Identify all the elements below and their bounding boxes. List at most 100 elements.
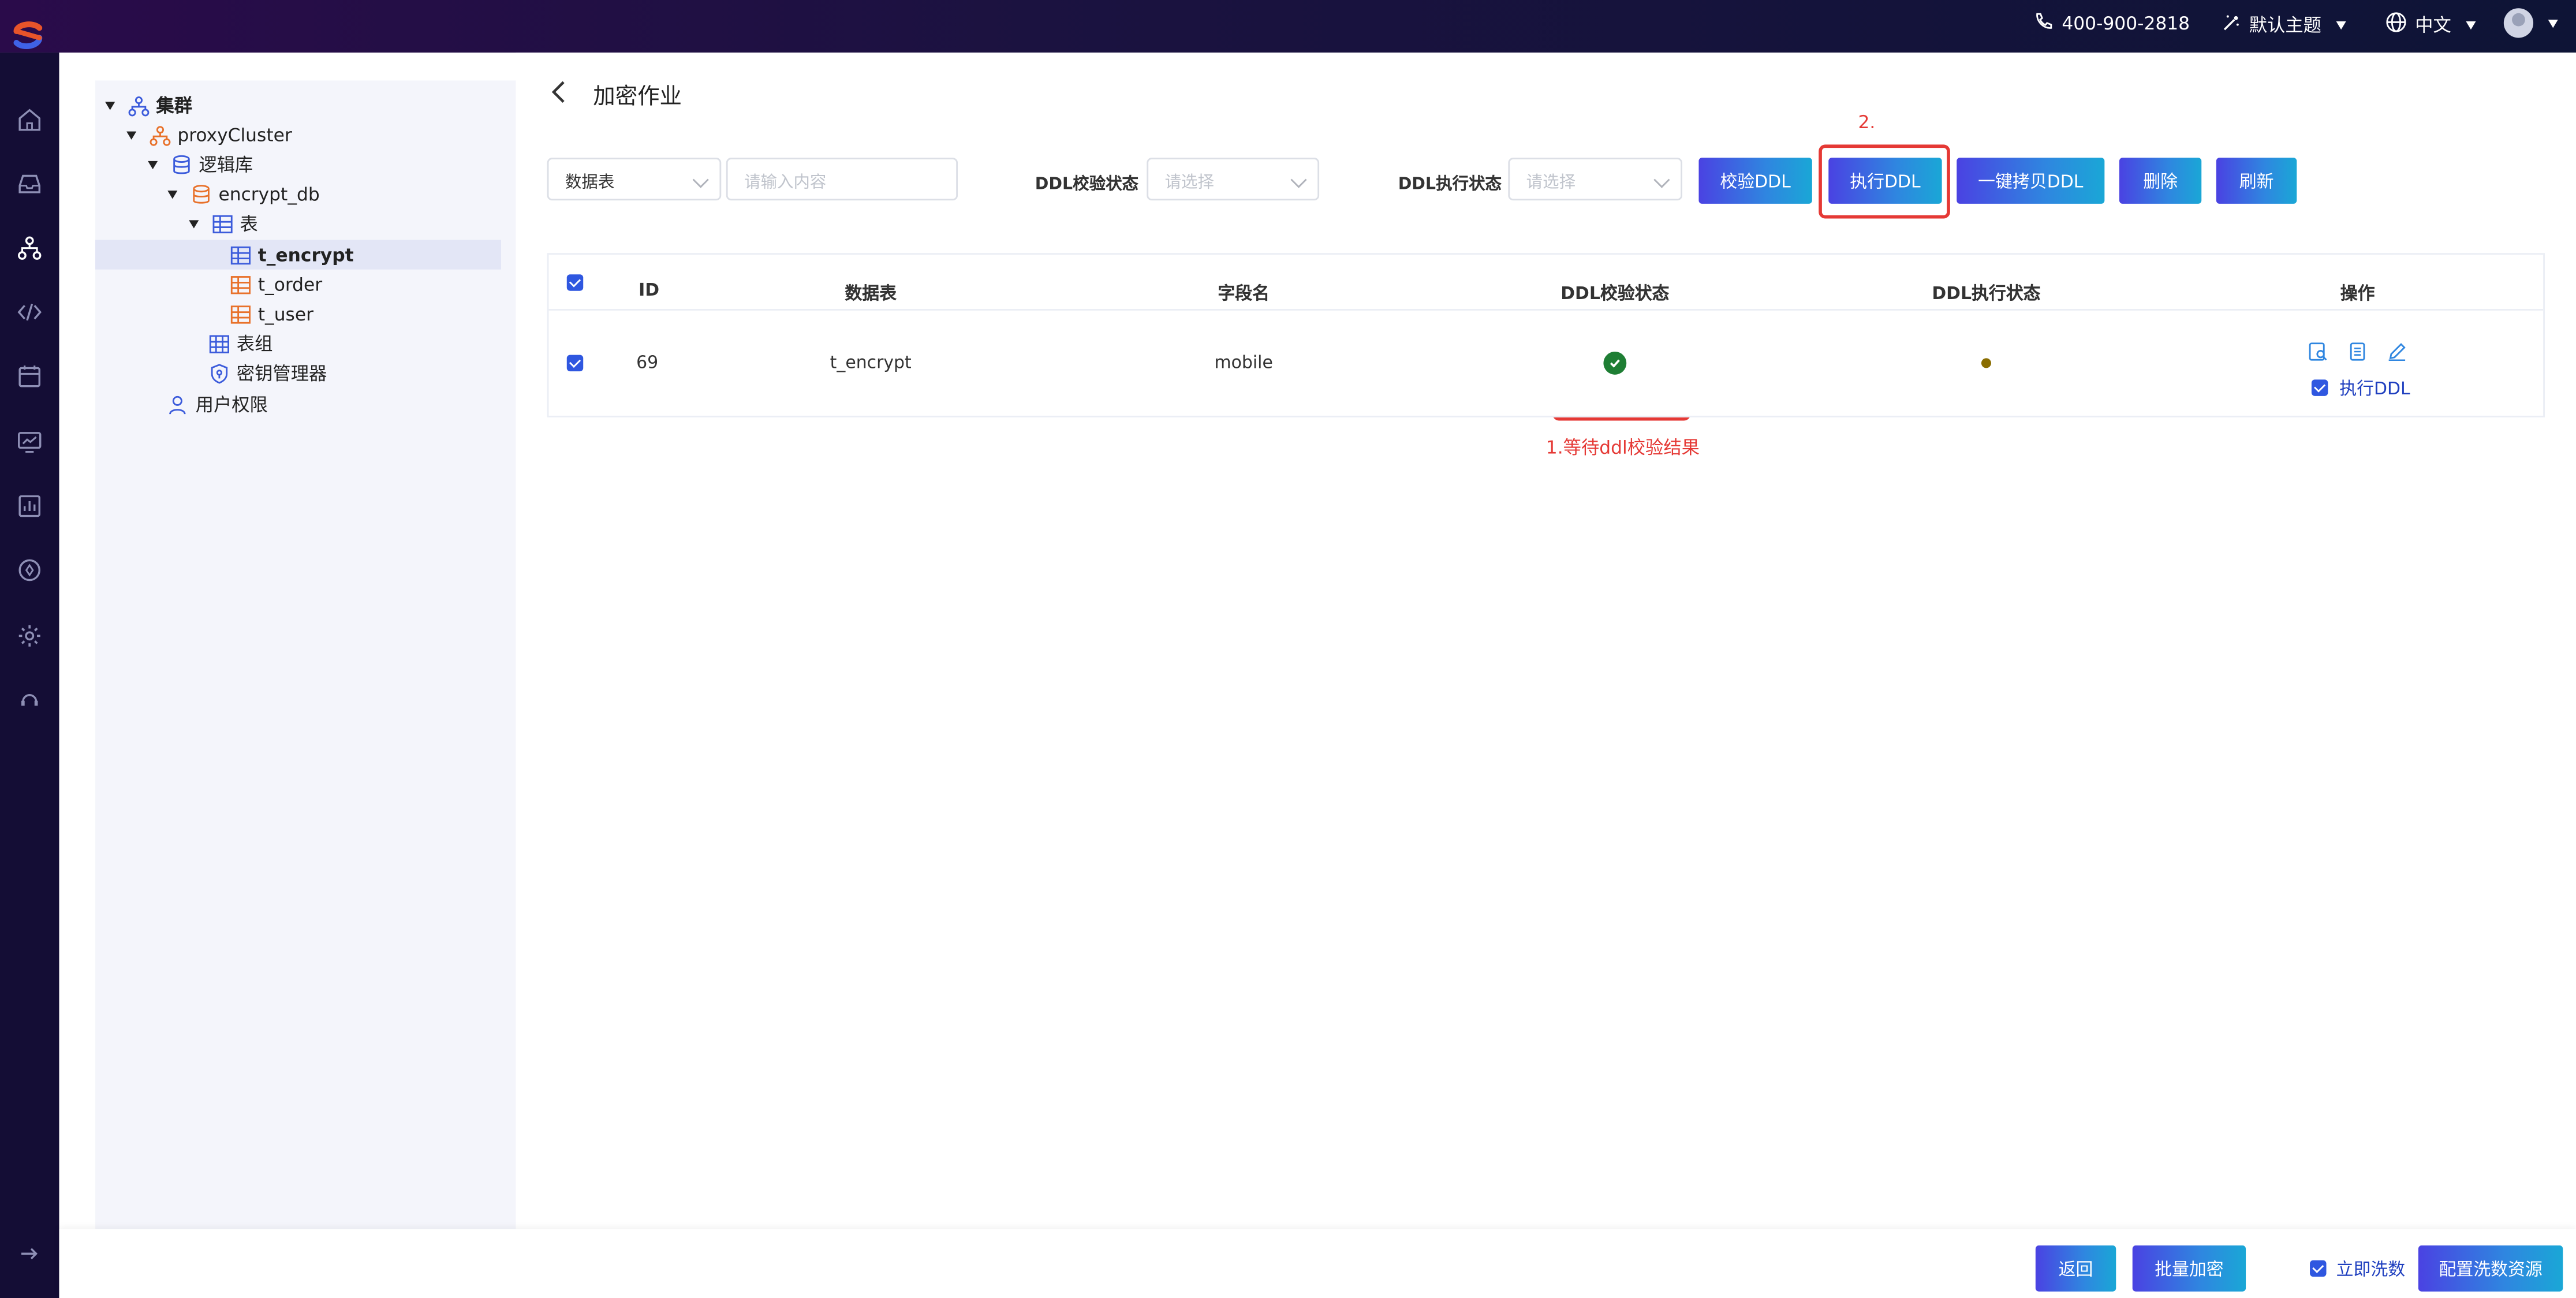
tree-item-label: t_encrypt (257, 244, 354, 266)
tree-item-proxycluster[interactable]: proxyCluster (126, 120, 292, 150)
compass-icon[interactable] (16, 557, 43, 584)
language-selector[interactable]: 中文 (2385, 12, 2476, 38)
theme-selector[interactable]: 默认主题 (2221, 12, 2346, 38)
col-header-id: ID (639, 281, 660, 301)
table-icon (230, 244, 251, 266)
database-icon (191, 183, 212, 204)
col-header-field: 字段名 (1218, 284, 1270, 304)
refresh-button[interactable]: 刷新 (2216, 158, 2297, 204)
support-icon[interactable] (16, 687, 43, 714)
tree-item-tables[interactable]: 表 (189, 208, 258, 238)
select-placeholder: 请选择 (1164, 173, 1214, 192)
tree-item-label: encrypt_db (218, 183, 320, 205)
language-label: 中文 (2415, 14, 2451, 36)
tree-item-logic-db[interactable]: 逻辑库 (148, 150, 253, 179)
caret-down-icon[interactable] (148, 160, 158, 169)
wash-now-label[interactable]: 立即洗数 (2336, 1257, 2406, 1282)
col-header-ddl-exec: DDL执行状态 (1932, 284, 2041, 304)
config-wash-resource-button[interactable]: 配置洗数资源 (2418, 1245, 2563, 1292)
tree-item-t-encrypt[interactable]: t_encrypt (95, 240, 501, 270)
home-icon[interactable] (16, 107, 43, 133)
cluster-nav-icon[interactable] (16, 235, 43, 262)
tree-item-user-permission[interactable]: 用户权限 (167, 389, 268, 419)
gear-icon[interactable] (16, 623, 43, 650)
left-nav-rail (0, 53, 59, 1298)
globe-icon (2385, 12, 2407, 38)
annotation-step-1: 1.等待ddl校验结果 (1545, 437, 1700, 458)
phone-icon (2034, 12, 2054, 36)
cluster-icon (128, 95, 150, 116)
back-button[interactable]: 返回 (2035, 1245, 2116, 1292)
search-placeholder: 请输入内容 (744, 173, 827, 192)
check-success-icon (1603, 351, 1627, 375)
chevron-down-icon (2548, 18, 2558, 27)
top-bar: 400-900-2818 默认主题 中文 (0, 0, 2576, 53)
monitor-icon[interactable] (16, 429, 43, 456)
phone-number: 400-900-2818 (2062, 13, 2190, 35)
user-menu[interactable] (2503, 8, 2558, 38)
tree-item-label: 表 (240, 213, 258, 235)
delete-button[interactable]: 删除 (2119, 158, 2202, 204)
tree-item-encrypt-db[interactable]: encrypt_db (167, 179, 320, 208)
tree-item-label: 逻辑库 (199, 154, 253, 176)
table-group-icon (208, 333, 230, 354)
database-icon (171, 154, 192, 175)
theme-label: 默认主题 (2249, 14, 2321, 36)
caret-down-icon[interactable] (189, 219, 199, 228)
cell-table: t_encrypt (830, 353, 912, 373)
tree-item-cluster[interactable]: 集群 (105, 91, 192, 120)
ddl-check-status-select[interactable]: 请选择 (1147, 158, 1320, 201)
wash-now-checkbox[interactable] (2310, 1260, 2327, 1277)
ddl-check-status-label: DDL校验状态 (1035, 176, 1139, 194)
check-ddl-button[interactable]: 校验DDL (1698, 158, 1812, 204)
select-value: 数据表 (565, 173, 615, 192)
exec-ddl-checkbox[interactable] (2311, 379, 2328, 396)
ddl-exec-status-select[interactable]: 请选择 (1508, 158, 1682, 201)
document-icon[interactable] (2348, 337, 2368, 361)
row-checkbox[interactable] (566, 355, 584, 372)
copy-ddl-button[interactable]: 一键拷贝DDL (1957, 158, 2105, 204)
edit-icon[interactable] (2387, 337, 2407, 361)
col-header-table: 数据表 (845, 284, 897, 304)
header-divider (548, 308, 2544, 311)
code-icon[interactable] (16, 299, 43, 326)
caret-down-icon[interactable] (126, 130, 137, 139)
cell-field: mobile (1214, 353, 1273, 373)
chevron-down-icon (2466, 20, 2476, 29)
avatar (2503, 8, 2534, 38)
chevron-down-icon (2336, 20, 2346, 29)
report-icon[interactable] (16, 493, 43, 520)
search-input[interactable]: 请输入内容 (726, 158, 958, 201)
col-header-ddl-check: DDL校验状态 (1560, 284, 1670, 304)
table-type-select[interactable]: 数据表 (547, 158, 722, 201)
phone-contact[interactable]: 400-900-2818 (2034, 12, 2190, 36)
ddl-table: ID 数据表 字段名 DDL校验状态 DDL执行状态 操作 69 t_encry… (547, 253, 2545, 417)
tree-item-t-order[interactable]: t_order (230, 270, 322, 299)
tree-item-key-manager[interactable]: 密钥管理器 (208, 358, 327, 387)
tree-item-label: proxyCluster (177, 124, 292, 146)
tree-item-t-user[interactable]: t_user (230, 299, 313, 329)
tree-item-label: t_order (257, 273, 323, 295)
cell-id: 69 (636, 353, 659, 373)
annotation-step-2: 2. (1858, 111, 1876, 133)
select-all-checkbox[interactable] (566, 274, 584, 291)
exec-ddl-link[interactable]: 执行DDL (2339, 376, 2410, 401)
calendar-icon[interactable] (16, 363, 43, 390)
batch-encrypt-button[interactable]: 批量加密 (2132, 1245, 2246, 1292)
caret-down-icon[interactable] (167, 189, 178, 198)
table-icon (212, 213, 233, 234)
tree-item-label: t_user (257, 303, 313, 325)
tree-item-table-group[interactable]: 表组 (208, 329, 272, 358)
tree-item-label: 表组 (236, 333, 273, 355)
caret-down-icon[interactable] (105, 101, 115, 110)
table-icon (230, 274, 251, 295)
view-detail-icon[interactable] (2308, 337, 2328, 361)
col-header-actions: 操作 (2340, 284, 2375, 304)
inbox-icon[interactable] (16, 171, 43, 197)
table-icon (230, 303, 251, 324)
main-content (516, 53, 2576, 1229)
expand-sidebar-icon[interactable] (16, 1241, 43, 1267)
back-arrow-icon[interactable] (548, 77, 572, 107)
user-icon (167, 394, 189, 415)
tree-item-label: 密钥管理器 (236, 363, 327, 385)
